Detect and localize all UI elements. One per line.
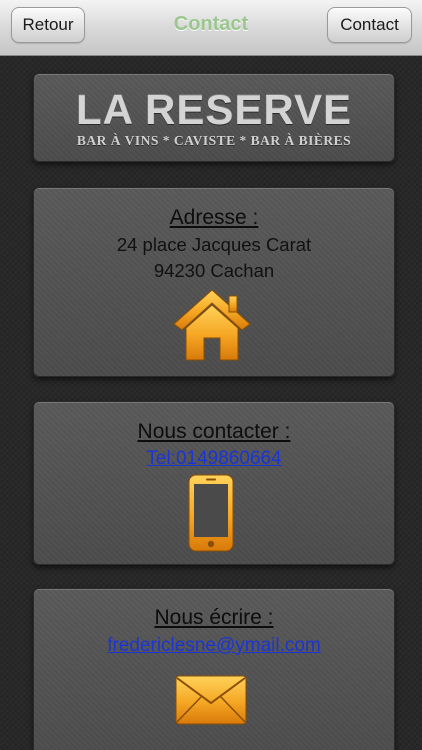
mail-icon[interactable]	[175, 675, 247, 725]
phone-card: Nous contacter : Tel:0149860664	[33, 401, 395, 565]
navigation-bar: Retour Contact Contact	[0, 0, 422, 56]
address-heading: Adresse :	[169, 206, 259, 229]
email-heading: Nous écrire :	[154, 606, 274, 629]
email-card: Nous écrire : fredericlesne@ymail.com	[33, 588, 395, 750]
address-line-2: 94230 Cachan	[153, 260, 275, 281]
phone-link[interactable]: Tel:0149860664	[34, 448, 394, 470]
contact-button[interactable]: Contact	[327, 7, 412, 43]
logo-subtitle: BAR À VINS * CAVISTE * BAR À BIÈRES	[76, 133, 352, 148]
address-line-1: 24 place Jacques Carat	[116, 234, 312, 255]
address-card: Adresse : 24 place Jacques Carat 94230 C…	[33, 187, 395, 377]
phone-heading: Nous contacter :	[137, 420, 291, 443]
phone-icon[interactable]	[187, 473, 235, 553]
home-icon[interactable]	[172, 288, 252, 362]
email-link[interactable]: fredericlesne@ymail.com	[34, 635, 394, 657]
logo-title: LA RESERVE	[75, 86, 353, 133]
logo-card: LA RESERVE BAR À VINS * CAVISTE * BAR À …	[33, 73, 395, 162]
